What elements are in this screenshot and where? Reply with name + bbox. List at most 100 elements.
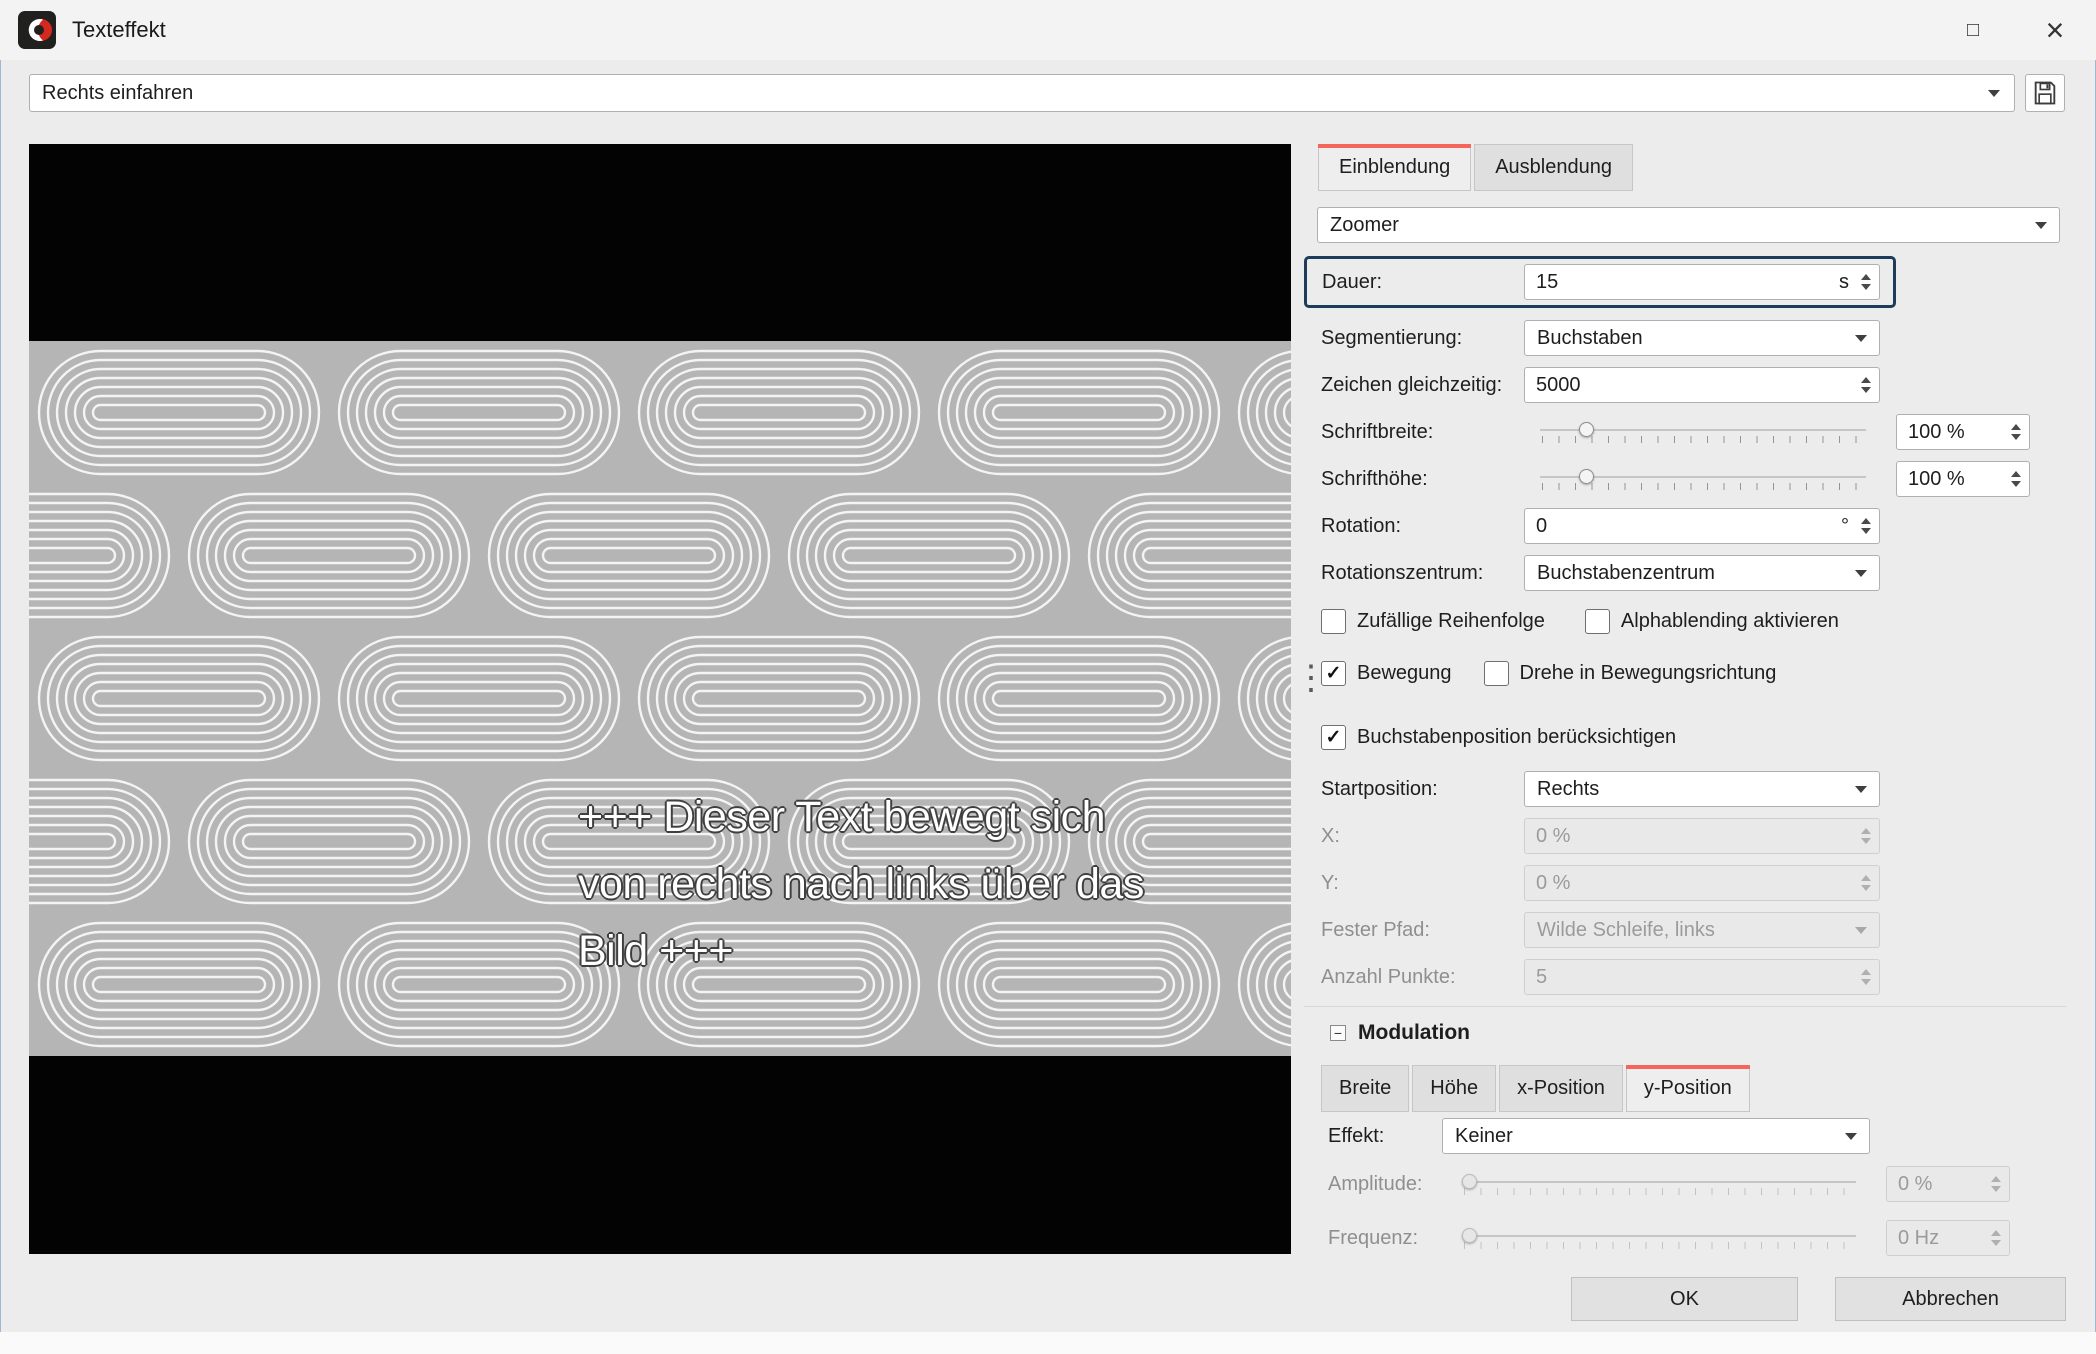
anzahl-punkte-input: 5	[1524, 959, 1880, 995]
spin-down-icon	[1861, 284, 1871, 290]
y-value: 0 %	[1536, 871, 1571, 894]
effekt-value: Keiner	[1455, 1124, 1513, 1147]
texteffekt-dialog: Texteffekt □ × Rechts einfahren +++ Dies…	[0, 0, 2096, 1354]
anzahl-punkte-spinner	[1861, 969, 1871, 985]
startposition-label: Startposition:	[1321, 777, 1438, 800]
rotation-spinner[interactable]	[1861, 518, 1871, 534]
tab-einblendung[interactable]: Einblendung	[1318, 144, 1472, 191]
save-preset-button[interactable]	[2025, 74, 2065, 112]
tab-ausblendung[interactable]: Ausblendung	[1474, 144, 1633, 191]
minus-glyph: −	[1333, 1025, 1343, 1041]
schrifthoehe-row: Schrifthöhe: 100 %	[1304, 461, 2066, 497]
zeichen-input[interactable]: 5000	[1524, 367, 1880, 403]
spin-up-icon	[1991, 1230, 2001, 1236]
close-button[interactable]: ×	[2024, 0, 2086, 60]
zeichen-row: Zeichen gleichzeitig: 5000	[1304, 367, 2066, 403]
spin-up-icon	[1861, 969, 1871, 975]
spin-up-icon	[1861, 518, 1871, 524]
rotation-input[interactable]: 0 °	[1524, 508, 1880, 544]
checkbox-bewegung[interactable]: ✓ Bewegung	[1321, 660, 1452, 686]
schriftbreite-slider[interactable]	[1540, 417, 1866, 447]
checkbox-label: Buchstabenposition berücksichtigen	[1357, 725, 1677, 748]
slider-thumb[interactable]	[1579, 469, 1595, 484]
tab-breite-label: Breite	[1339, 1077, 1392, 1099]
spin-down-icon	[1861, 528, 1871, 534]
cancel-button[interactable]: Abbrechen	[1835, 1277, 2066, 1321]
maximize-button[interactable]: □	[1942, 0, 2004, 60]
x-row: X: 0 %	[1304, 818, 2066, 854]
slider-ticks	[1542, 483, 1864, 490]
chevron-down-icon	[1845, 1132, 1857, 1140]
rotationszentrum-label: Rotationszentrum:	[1321, 561, 1484, 584]
checkbox-icon: ✓	[1483, 660, 1509, 686]
effekt-row: Effekt: Keiner	[1304, 1118, 2066, 1154]
tab-x-position-label: x-Position	[1517, 1077, 1605, 1099]
spin-up-icon	[2011, 424, 2021, 430]
checkbox-icon: ✓	[1321, 660, 1346, 686]
fade-tabs: Einblendung Ausblendung	[1318, 144, 2066, 191]
preset-select[interactable]: Rechts einfahren	[29, 74, 2015, 112]
modulation-section: − Modulation Breite Höhe x-Position y-Po…	[1304, 1006, 2066, 1256]
slider-thumb	[1462, 1228, 1477, 1243]
slider-thumb[interactable]	[1579, 422, 1595, 437]
zeichen-spinner[interactable]	[1861, 377, 1871, 393]
spin-down-icon	[1861, 885, 1871, 891]
spin-down-icon	[1861, 387, 1871, 393]
effect-type-select[interactable]: Zoomer	[1317, 207, 2060, 243]
collapse-icon[interactable]: −	[1330, 1025, 1346, 1041]
schriftbreite-value: 100 %	[1908, 420, 1965, 443]
segmentierung-select[interactable]: Buchstaben	[1524, 320, 1880, 356]
tab-y-position[interactable]: y-Position	[1625, 1065, 1750, 1112]
rotationszentrum-select[interactable]: Buchstabenzentrum	[1524, 555, 1880, 591]
schriftbreite-label: Schriftbreite:	[1321, 420, 1434, 443]
tab-ausblendung-label: Ausblendung	[1495, 156, 1612, 178]
schriftbreite-spinner[interactable]	[2011, 424, 2021, 440]
chevron-down-icon	[1855, 926, 1867, 934]
schrifthoehe-slider[interactable]	[1540, 464, 1866, 494]
modulation-tabs: Breite Höhe x-Position y-Position	[1321, 1065, 2066, 1112]
checkbox-buchstabenposition[interactable]: ✓ Buchstabenposition berücksichtigen	[1321, 724, 1677, 750]
frequenz-spinner	[1991, 1230, 2001, 1246]
checkbox-zufaellige-reihenfolge[interactable]: ✓ Zufällige Reihenfolge	[1321, 608, 1545, 634]
checkbox-label: Alphablending aktivieren	[1620, 609, 1839, 632]
segmentierung-row: Segmentierung: Buchstaben	[1304, 320, 2066, 356]
frequenz-value-input: 0 Hz	[1886, 1220, 2010, 1256]
fester-pfad-select: Wilde Schleife, links	[1524, 912, 1880, 948]
dauer-spinner[interactable]	[1861, 274, 1871, 290]
spin-down-icon	[2011, 481, 2021, 487]
dauer-focus-highlight: Dauer: 15 s	[1304, 256, 1896, 308]
y-label: Y:	[1321, 871, 1339, 894]
schrifthoehe-label: Schrifthöhe:	[1321, 467, 1428, 490]
effekt-label: Effekt:	[1328, 1124, 1385, 1147]
modulation-header[interactable]: − Modulation	[1304, 1019, 2066, 1047]
tab-breite[interactable]: Breite	[1321, 1065, 1410, 1112]
ok-button[interactable]: OK	[1571, 1277, 1798, 1321]
tab-x-position[interactable]: x-Position	[1499, 1065, 1623, 1112]
x-label: X:	[1321, 824, 1340, 847]
startposition-select[interactable]: Rechts	[1524, 771, 1880, 807]
checkmark-icon: ✓	[1325, 662, 1342, 684]
schrifthoehe-value-input[interactable]: 100 %	[1896, 461, 2030, 497]
frequenz-row: Frequenz: 0 Hz	[1304, 1220, 2066, 1256]
checkbox-icon: ✓	[1321, 608, 1346, 634]
segmentierung-value: Buchstaben	[1537, 326, 1643, 349]
checkbox-alphablending[interactable]: ✓ Alphablending aktivieren	[1584, 608, 1839, 634]
maximize-icon: □	[1966, 18, 1980, 41]
tab-hoehe[interactable]: Höhe	[1412, 1065, 1497, 1112]
schrifthoehe-spinner[interactable]	[2011, 471, 2021, 487]
spin-up-icon	[1861, 875, 1871, 881]
spin-up-icon	[1861, 274, 1871, 280]
rotation-value: 0	[1536, 514, 1548, 537]
dauer-value: 15	[1536, 270, 1559, 293]
slider-thumb	[1462, 1174, 1477, 1189]
checkbox-drehe-in-bewegungsrichtung[interactable]: ✓ Drehe in Bewegungsrichtung	[1483, 660, 1776, 686]
window-title: Texteffekt	[72, 17, 166, 42]
rotation-row: Rotation: 0 °	[1304, 508, 2066, 544]
amplitude-slider	[1462, 1169, 1856, 1199]
dauer-input[interactable]: 15 s	[1524, 264, 1880, 300]
x-spinner	[1861, 828, 1871, 844]
schriftbreite-value-input[interactable]: 100 %	[1896, 414, 2030, 450]
checkbox-row-1: ✓ Zufällige Reihenfolge ✓ Alphablending …	[1304, 607, 2066, 635]
effekt-select[interactable]: Keiner	[1442, 1118, 1870, 1154]
titlebar: Texteffekt □ ×	[0, 0, 2096, 60]
